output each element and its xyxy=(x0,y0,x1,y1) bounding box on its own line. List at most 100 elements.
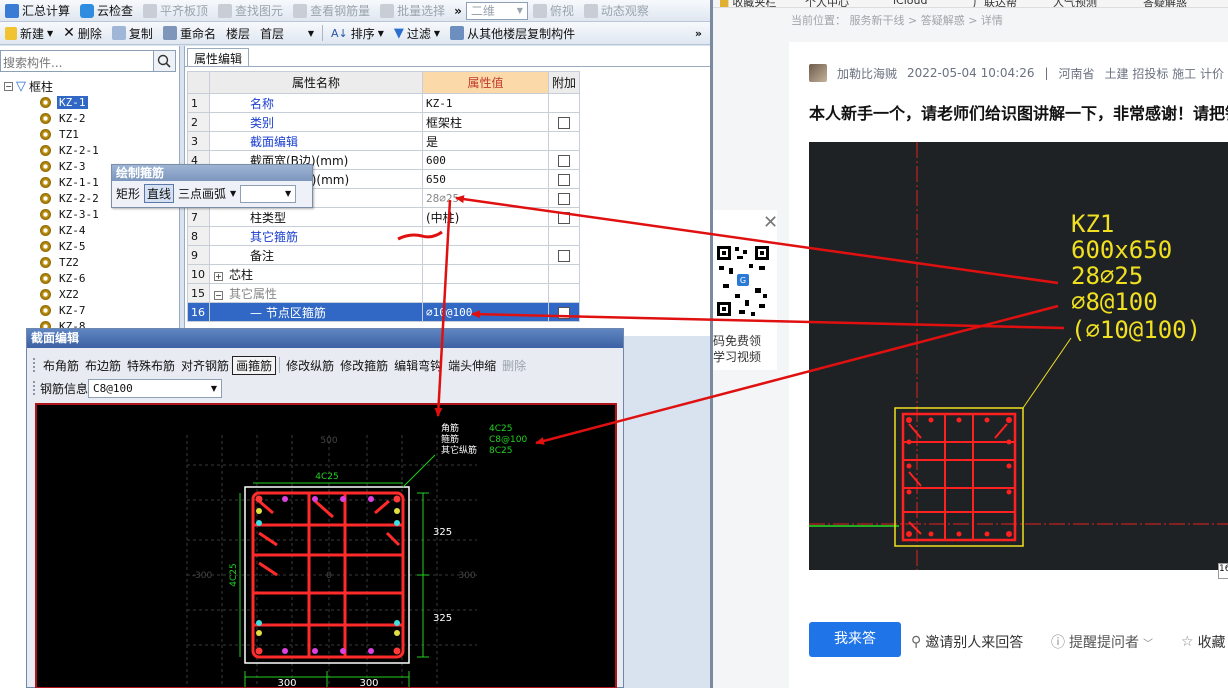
expand-icon[interactable]: + xyxy=(214,271,223,281)
batch-select-button[interactable]: 批量选择 xyxy=(375,1,450,21)
property-value[interactable]: 650 xyxy=(422,169,549,189)
invite-answer-link[interactable]: ⚲ 邀请别人来回答 xyxy=(911,632,1023,652)
attach-checkbox[interactable] xyxy=(558,306,570,319)
property-value[interactable] xyxy=(422,264,549,284)
attach-checkbox[interactable] xyxy=(558,116,570,129)
tree-search-input[interactable]: 搜索构件... xyxy=(0,50,176,72)
section-tool-button[interactable]: 对齐钢筋 xyxy=(178,357,232,374)
collapse-icon[interactable]: − xyxy=(4,82,13,91)
table-row[interactable]: 9 备注 xyxy=(187,245,581,265)
bookmark-item[interactable]: iCloud xyxy=(893,0,927,7)
copy-from-floor-button[interactable]: 从其他楼层复制构件 xyxy=(445,23,580,43)
remind-asker-link[interactable]: ⓘ 提醒提问者 ﹀ xyxy=(1051,632,1153,652)
tree-root-node[interactable]: − ▽ 框柱 xyxy=(4,78,53,95)
sort-button[interactable]: A↓ 排序 ▼ xyxy=(326,23,389,43)
tree-item[interactable]: KZ-2-1 xyxy=(40,143,101,158)
author-name[interactable]: 加勒比海贼 xyxy=(837,65,897,82)
bookmark-item[interactable]: 个人中心 xyxy=(805,0,849,7)
collapse-icon[interactable]: − xyxy=(214,290,223,300)
chevron-down-icon[interactable]: ▼ xyxy=(230,189,236,198)
bookmark-item[interactable]: 广联达帮 xyxy=(973,0,1017,7)
table-row[interactable]: 8 其它箍筋 xyxy=(187,226,581,246)
tree-item[interactable]: KZ-5 xyxy=(40,239,88,254)
section-tool-button[interactable]: 修改箍筋 xyxy=(337,357,391,374)
bookmark-item[interactable]: 人气预测 xyxy=(1053,0,1097,7)
tab-property-edit[interactable]: 属性编辑 xyxy=(187,48,250,66)
tree-item[interactable]: KZ-6 xyxy=(40,271,88,286)
attach-checkbox[interactable] xyxy=(558,192,570,205)
tree-item[interactable]: KZ-7 xyxy=(40,303,88,318)
qr-code-icon[interactable]: G xyxy=(715,244,771,320)
section-tool-button[interactable]: 修改纵筋 xyxy=(283,357,337,374)
property-value[interactable]: 框架柱 xyxy=(422,112,549,132)
bookmark-item[interactable]: 答疑解惑 xyxy=(1143,0,1187,7)
new-button[interactable]: 新建 ▼ xyxy=(0,23,58,43)
avatar[interactable] xyxy=(809,64,827,82)
tree-item[interactable]: KZ-4 xyxy=(40,223,88,238)
arc-tool[interactable]: 三点画弧 xyxy=(178,185,226,202)
tree-item[interactable]: KZ-1 xyxy=(40,95,88,110)
property-value[interactable]: 28⌀25 xyxy=(422,188,549,208)
property-value[interactable]: (中柱) xyxy=(422,207,549,227)
attach-checkbox[interactable] xyxy=(558,154,570,167)
section-tool-button[interactable]: 编辑弯钩 xyxy=(391,357,445,374)
tree-item[interactable]: KZ-2 xyxy=(40,111,88,126)
line-tool[interactable]: 直线 xyxy=(144,184,175,203)
view-rebar-qty-button[interactable]: 查看钢筋量 xyxy=(288,1,375,21)
view-mode-select[interactable]: 二维 ▼ xyxy=(465,1,528,20)
search-button[interactable] xyxy=(153,51,175,71)
section-tool-button[interactable]: 布角筋 xyxy=(40,357,82,374)
table-row[interactable]: 3 截面编辑是 xyxy=(187,131,581,151)
attach-checkbox[interactable] xyxy=(558,249,570,262)
delete-button[interactable]: ✕ 删除 xyxy=(58,23,107,43)
section-canvas[interactable]: 500 -300 300 0 4C25 4C25 325 325 300 300… xyxy=(35,403,617,688)
tree-item[interactable]: TZ1 xyxy=(40,127,81,142)
table-row[interactable]: 2 类别 框架柱 xyxy=(187,112,581,132)
section-tool-button[interactable]: 画箍筋 xyxy=(232,355,277,375)
question-drawing-image[interactable]: KZ1 600x650 28⌀25 ⌀8@100 (⌀10@100) xyxy=(809,142,1228,570)
property-value[interactable] xyxy=(422,226,549,246)
property-value[interactable]: KZ-1 xyxy=(422,93,549,113)
tree-item[interactable]: KZ-3 xyxy=(40,159,88,174)
bookmark-item[interactable]: ■ 收藏夹栏 xyxy=(719,0,776,7)
floor-select[interactable]: 首层 ▼ xyxy=(255,24,319,42)
attach-checkbox[interactable] xyxy=(558,211,570,224)
dynamic-view-button[interactable]: 动态观察 xyxy=(579,1,654,21)
property-value[interactable] xyxy=(422,245,549,265)
section-tool-button[interactable]: 删除 xyxy=(499,357,529,374)
view-angle-button[interactable]: 俯视 xyxy=(528,1,579,21)
property-value[interactable]: 600 xyxy=(422,150,549,170)
table-row[interactable]: 15− 其它属性 xyxy=(187,283,581,303)
property-value[interactable]: 是 xyxy=(422,131,549,151)
overflow-chevron-icon[interactable]: » xyxy=(454,4,462,18)
tree-item[interactable]: KZ-1-1 xyxy=(40,175,101,190)
align-slab-button[interactable]: 平齐板顶 xyxy=(138,1,213,21)
rename-button[interactable]: 重命名 xyxy=(158,23,221,43)
section-tool-button[interactable]: 特殊布筋 xyxy=(124,357,178,374)
attach-checkbox[interactable] xyxy=(558,173,570,186)
tree-item[interactable]: KZ-2-2 xyxy=(40,191,101,206)
copy-button[interactable]: 复制 xyxy=(107,23,158,43)
rebar-info-select[interactable]: C8@100 ▼ xyxy=(88,378,223,398)
table-row[interactable]: 1 名称 KZ-1 xyxy=(187,93,581,113)
tree-item[interactable]: KZ-3-1 xyxy=(40,207,101,222)
section-tool-button[interactable]: 布边筋 xyxy=(82,357,124,374)
find-element-button[interactable]: 查找图元 xyxy=(213,1,288,21)
filter-button[interactable]: ▼ 过滤 ▼ xyxy=(389,23,445,43)
close-icon[interactable]: ✕ xyxy=(763,212,778,233)
summary-calc-button[interactable]: 汇总计算 xyxy=(0,1,75,21)
collect-link[interactable]: ☆ 收藏 xyxy=(1181,632,1226,652)
table-row[interactable]: 7 柱类型 (中柱) xyxy=(187,207,581,227)
arc-option-select[interactable]: ▼ xyxy=(240,184,297,203)
section-tool-button[interactable]: 端头伸缩 xyxy=(445,357,499,374)
overflow-chevron-icon[interactable]: » xyxy=(695,27,702,40)
cloud-check-button[interactable]: 云检查 xyxy=(75,1,138,21)
property-value[interactable] xyxy=(422,283,549,303)
table-row[interactable]: 10 + 芯柱 xyxy=(187,264,581,284)
tree-item[interactable]: XZ2 xyxy=(40,287,81,302)
rect-tool[interactable]: 矩形 xyxy=(116,185,140,202)
answer-button[interactable]: 我来答 xyxy=(809,622,901,657)
property-value[interactable]: ⌀10@100 xyxy=(422,302,549,322)
table-row[interactable]: 16— 节点区箍筋 ⌀10@100 xyxy=(187,302,581,322)
tree-item[interactable]: TZ2 xyxy=(40,255,81,270)
